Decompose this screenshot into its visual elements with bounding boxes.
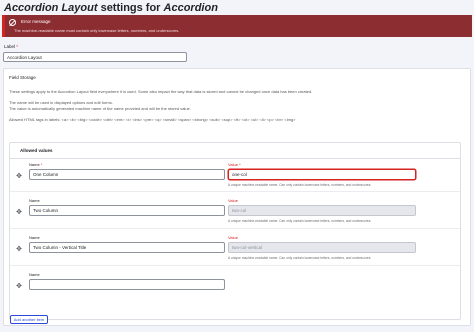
- name-input[interactable]: One Column: [29, 169, 225, 180]
- name-label: Name *: [29, 162, 43, 167]
- allowed-html-tags: Allowed HTML tags in labels: <a> <b> <bi…: [9, 117, 296, 122]
- value-help-text: A unique machine-readable name. Can only…: [228, 256, 372, 260]
- alert-message: The machine-readable name must contain o…: [14, 28, 180, 33]
- drag-handle-icon[interactable]: ✥: [16, 173, 22, 180]
- name-label: Name: [29, 235, 40, 240]
- allowed-values-table: Allowed values Name * Value * ✥ One Colu…: [9, 142, 461, 320]
- drag-handle-icon[interactable]: ✥: [16, 283, 22, 290]
- value-label: Value: [228, 198, 238, 203]
- drag-handle-icon[interactable]: ✥: [16, 246, 22, 253]
- name-label: Name: [29, 272, 40, 277]
- value-label: Value: [228, 235, 238, 240]
- label-input[interactable]: Accordion Layout: [3, 52, 187, 62]
- alert-title: Error message: [21, 19, 51, 24]
- label-field-label: Label *: [4, 44, 19, 49]
- page-title: Accordion Layout settings for Accordion: [4, 2, 218, 14]
- divider: [10, 265, 460, 266]
- value-input: two-col-vertical: [228, 242, 416, 253]
- error-alert: Error message The machine-readable name …: [2, 15, 472, 37]
- value-label: Value *: [228, 162, 241, 167]
- drag-handle-icon[interactable]: ✥: [16, 209, 22, 216]
- divider: [10, 191, 460, 192]
- value-input: two-col: [228, 205, 416, 216]
- error-icon: [9, 19, 16, 26]
- divider: [10, 228, 460, 229]
- value-help-text: A unique machine-readable name. Can only…: [228, 183, 372, 187]
- allowed-values-title: Allowed values: [20, 148, 53, 153]
- field-storage-info: The value is automatically generated mac…: [9, 106, 191, 111]
- value-help-text: A unique machine-readable name. Can only…: [228, 219, 372, 223]
- name-input[interactable]: [29, 279, 225, 290]
- field-storage-info: These settings apply to the Accordion La…: [9, 89, 313, 94]
- name-label: Name: [29, 198, 40, 203]
- name-input[interactable]: Two Column: [29, 205, 225, 216]
- name-input[interactable]: Two Column - Vertical Title: [29, 242, 225, 253]
- field-storage-info: The name will be used in displayed optio…: [9, 100, 113, 105]
- field-storage-title: Field Storage: [9, 75, 36, 80]
- value-input[interactable]: one-col: [228, 169, 416, 180]
- divider: [10, 158, 460, 159]
- add-another-item-button[interactable]: Add another item: [10, 315, 48, 324]
